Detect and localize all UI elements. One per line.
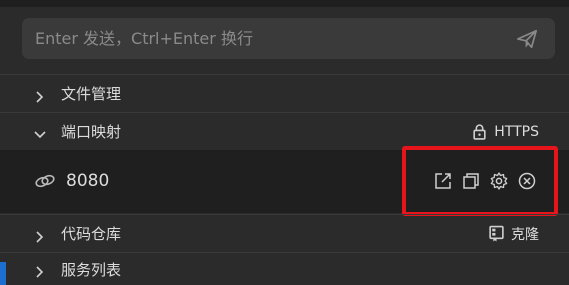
message-input[interactable] bbox=[22, 18, 502, 59]
link-icon bbox=[34, 172, 56, 190]
section-repo-label: 代码仓库 bbox=[61, 225, 122, 243]
top-bar bbox=[0, 0, 569, 7]
chevron-down-icon bbox=[34, 126, 46, 138]
section-files-label: 文件管理 bbox=[61, 85, 122, 103]
close-icon[interactable] bbox=[517, 171, 537, 191]
send-icon[interactable] bbox=[516, 28, 538, 50]
left-accent-bar bbox=[0, 262, 6, 285]
section-services[interactable]: 服务列表 bbox=[0, 252, 569, 285]
chevron-right-icon bbox=[34, 263, 46, 278]
repo-icon bbox=[489, 225, 504, 242]
clone-label: 克隆 bbox=[511, 226, 539, 243]
port-actions bbox=[433, 171, 537, 191]
section-files[interactable]: 文件管理 bbox=[0, 74, 569, 112]
section-services-label: 服务列表 bbox=[61, 260, 122, 279]
https-toggle[interactable]: HTTPS bbox=[471, 123, 539, 140]
clone-button[interactable]: 克隆 bbox=[488, 224, 539, 244]
copy-icon[interactable] bbox=[461, 171, 481, 191]
chevron-right-icon bbox=[34, 228, 46, 243]
section-repo[interactable]: 代码仓库 克隆 bbox=[0, 214, 569, 252]
chevron-right-icon bbox=[34, 88, 46, 103]
https-label: HTTPS bbox=[494, 123, 539, 140]
section-ports[interactable]: 端口映射 HTTPS bbox=[0, 112, 569, 150]
open-external-icon[interactable] bbox=[433, 171, 453, 191]
lock-icon bbox=[473, 124, 486, 140]
message-input-box[interactable] bbox=[22, 18, 555, 59]
port-number: 8080 bbox=[66, 171, 110, 191]
section-ports-label: 端口映射 bbox=[61, 123, 122, 141]
gear-icon[interactable] bbox=[489, 171, 509, 191]
